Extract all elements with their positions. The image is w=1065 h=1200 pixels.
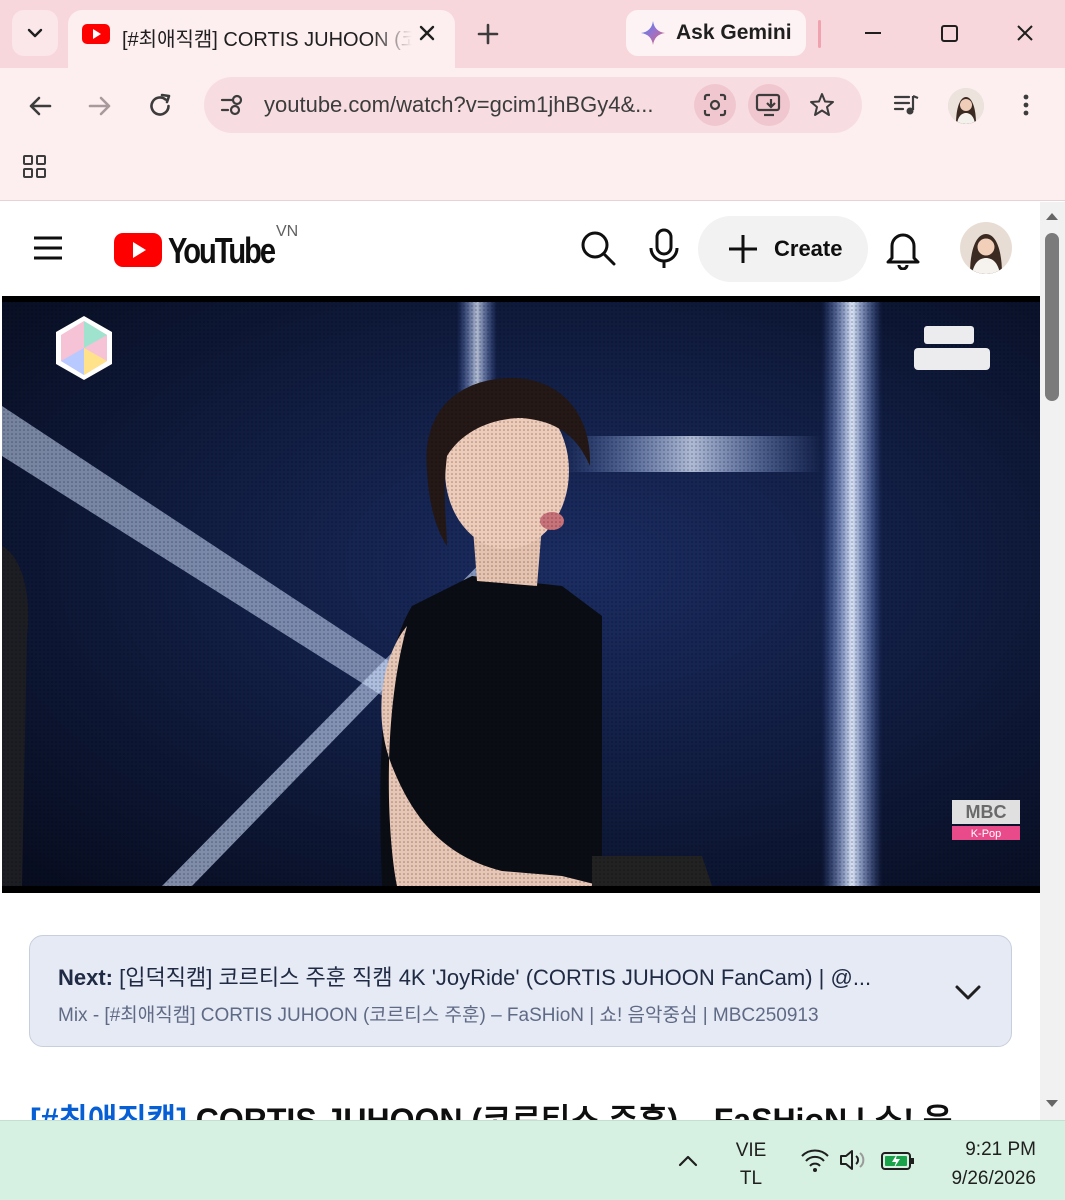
up-next-title-line: Next: [입덕직캠] 코르티스 주훈 직캠 4K 'JoyRide' (CO… (58, 960, 938, 992)
show-hidden-icons-chevron-icon[interactable] (676, 1149, 700, 1173)
chrome-menu-icon[interactable] (1012, 90, 1040, 120)
expand-chevron-icon[interactable] (952, 976, 984, 1008)
volume-icon[interactable] (838, 1147, 868, 1173)
scroll-up-arrow-icon[interactable] (1044, 210, 1060, 222)
close-window-icon[interactable] (1010, 18, 1040, 48)
youtube-header: YouTube VN Create (0, 202, 1040, 296)
forward-arrow-icon[interactable] (84, 90, 116, 122)
scroll-down-arrow-icon[interactable] (1044, 1098, 1060, 1110)
input-language-indicator[interactable]: VIE TL (728, 1137, 774, 1193)
language-code: VIE (735, 1140, 767, 1161)
notifications-bell-icon[interactable] (884, 228, 922, 270)
youtube-account-avatar[interactable] (960, 222, 1012, 274)
hamburger-menu-icon[interactable] (32, 235, 64, 261)
youtube-wordmark: YouTube (168, 230, 278, 270)
reload-icon[interactable] (144, 90, 176, 122)
video-player[interactable]: MBC K-Pop (2, 296, 1040, 893)
video-frame: MBC K-Pop (2, 302, 1040, 886)
chevron-down-icon (27, 28, 43, 38)
ask-gemini-label: Ask Gemini (676, 21, 792, 44)
lens-camera-icon (703, 93, 727, 117)
wifi-icon[interactable] (800, 1147, 830, 1173)
bookmark-star-icon[interactable] (808, 91, 836, 119)
mix-playlist-line: Mix - [#최애직캠] CORTIS JUHOON (코르티스 주훈) – … (58, 1005, 819, 1026)
google-lens-button[interactable] (694, 84, 736, 126)
clock-time: 9:21 PM (965, 1139, 1036, 1160)
up-next-bar[interactable]: Next: [입덕직캠] 코르티스 주훈 직캠 4K 'JoyRide' (CO… (29, 935, 1012, 1047)
microphone-icon[interactable] (646, 228, 682, 270)
kpop-watermark-text: K-Pop (971, 828, 1002, 840)
region-code: VN (276, 223, 299, 240)
close-tab-icon[interactable] (416, 22, 438, 44)
scrollbar-thumb[interactable] (1045, 233, 1059, 401)
account-photo-icon (960, 222, 1012, 274)
maximize-icon[interactable] (934, 18, 964, 48)
browser-toolbar: youtube.com/watch?v=gcim1jhBGy4&... (0, 68, 1065, 201)
youtube-logo-icon (114, 233, 162, 267)
url-text: youtube.com/watch?v=gcim1jhBGy4&... (264, 92, 654, 117)
profile-photo-icon (948, 88, 984, 124)
clock-date: 9/26/2026 (951, 1168, 1036, 1189)
tab-strip: [#최애직캠] CORTIS JUHOON (코르티스 주훈) – FaSHio… (0, 0, 1065, 68)
create-label: Create (774, 236, 843, 261)
media-playlist-icon[interactable] (892, 90, 922, 120)
plus-icon (729, 235, 757, 263)
next-video-title: [입덕직캠] 코르티스 주훈 직캠 4K 'JoyRide' (CORTIS J… (119, 965, 872, 990)
install-monitor-icon (755, 93, 781, 117)
mbc-watermark-text: MBC (966, 802, 1007, 822)
search-icon[interactable] (578, 228, 618, 268)
site-settings-icon[interactable] (218, 91, 246, 119)
apps-grid-icon[interactable] (22, 154, 48, 180)
profile-avatar[interactable] (948, 88, 984, 124)
keyboard-layout-code: TL (739, 1168, 763, 1189)
svg-text:YouTube: YouTube (168, 230, 275, 270)
tabstrip-divider (818, 20, 821, 48)
address-bar[interactable]: youtube.com/watch?v=gcim1jhBGy4&... (204, 77, 862, 133)
tab-title: [#최애직캠] CORTIS JUHOON (코르티스 주훈) – FaSHio… (122, 29, 412, 51)
taskbar: VIE TL 9:21 PM 9/26/2026 (0, 1120, 1065, 1200)
tab-search-button[interactable] (12, 10, 58, 56)
browser-tab[interactable]: [#최애직캠] CORTIS JUHOON (코르티스 주훈) – FaSHio… (68, 10, 455, 68)
next-prefix: Next: (58, 965, 114, 990)
gemini-sparkle-icon (641, 21, 665, 45)
minimize-icon[interactable] (858, 18, 888, 48)
ask-gemini-button[interactable]: Ask Gemini (626, 10, 806, 56)
youtube-favicon-icon (82, 24, 110, 44)
battery-charging-icon[interactable] (880, 1149, 916, 1173)
back-arrow-icon[interactable] (24, 90, 56, 122)
youtube-logo[interactable]: YouTube (114, 230, 278, 270)
system-clock[interactable]: 9:21 PM 9/26/2026 (930, 1135, 1036, 1193)
create-button[interactable]: Create (698, 216, 868, 282)
new-tab-icon[interactable] (470, 16, 506, 52)
install-app-button[interactable] (748, 84, 790, 126)
